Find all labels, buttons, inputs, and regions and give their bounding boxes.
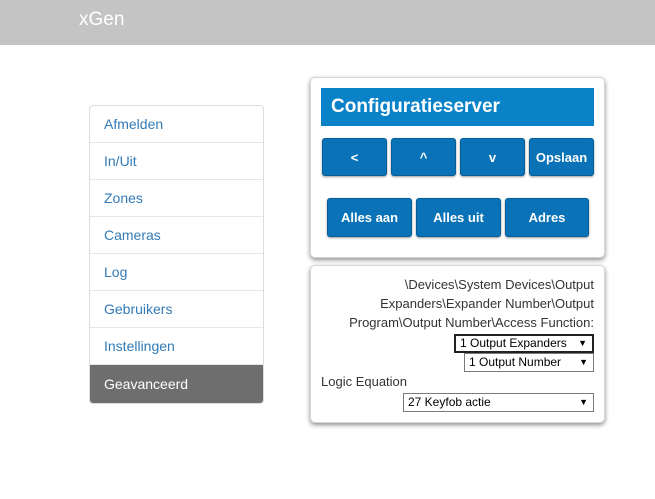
all-on-button[interactable]: Alles aan [327, 198, 412, 237]
all-off-button[interactable]: Alles uit [416, 198, 501, 237]
address-button[interactable]: Adres [505, 198, 589, 237]
config-path: \Devices\System Devices\Output Expanders… [321, 275, 594, 332]
logic-equation-value: 27 Keyfob actie [408, 395, 491, 409]
config-panel: Configuratieserver < ^ v Opslaan Alles a… [310, 77, 605, 258]
number-select[interactable]: 1 Output Number ▼ [464, 353, 594, 372]
dropdown-arrow-icon: ▼ [579, 397, 588, 407]
sidebar-item-afmelden[interactable]: Afmelden [90, 106, 263, 143]
number-select-value: 1 Output Number [469, 355, 562, 369]
sidebar-item-in-uit[interactable]: In/Uit [90, 143, 263, 180]
panel-title: Configuratieserver [321, 88, 594, 126]
config-path-line: Expanders\Expander Number\Output [380, 296, 594, 311]
sidebar-item-geavanceerd[interactable]: Geavanceerd [90, 365, 263, 403]
sidebar-item-cameras[interactable]: Cameras [90, 217, 263, 254]
previous-button[interactable]: < [322, 138, 387, 176]
down-button[interactable]: v [460, 138, 525, 176]
expander-select[interactable]: 1 Output Expanders ▼ [454, 334, 594, 353]
logic-equation-select[interactable]: 27 Keyfob actie ▼ [403, 393, 594, 412]
logic-equation-label: Logic Equation [321, 374, 408, 389]
dropdown-arrow-icon: ▼ [579, 357, 588, 367]
app-title: xGen [79, 9, 125, 30]
top-bar: xGen [0, 0, 655, 45]
sidebar-item-gebruikers[interactable]: Gebruikers [90, 291, 263, 328]
sidebar-item-zones[interactable]: Zones [90, 180, 263, 217]
detail-panel: \Devices\System Devices\Output Expanders… [310, 265, 605, 423]
dropdown-arrow-icon: ▼ [578, 338, 587, 348]
expander-select-value: 1 Output Expanders [460, 336, 567, 350]
sidebar-nav: Afmelden In/Uit Zones Cameras Log Gebrui… [89, 105, 264, 404]
save-button[interactable]: Opslaan [529, 138, 594, 176]
config-path-line: Program\Output Number\Access Function: [349, 315, 594, 330]
sidebar-item-instellingen[interactable]: Instellingen [90, 328, 263, 365]
sidebar-item-log[interactable]: Log [90, 254, 263, 291]
config-path-line: \Devices\System Devices\Output [404, 277, 594, 292]
up-button[interactable]: ^ [391, 138, 456, 176]
